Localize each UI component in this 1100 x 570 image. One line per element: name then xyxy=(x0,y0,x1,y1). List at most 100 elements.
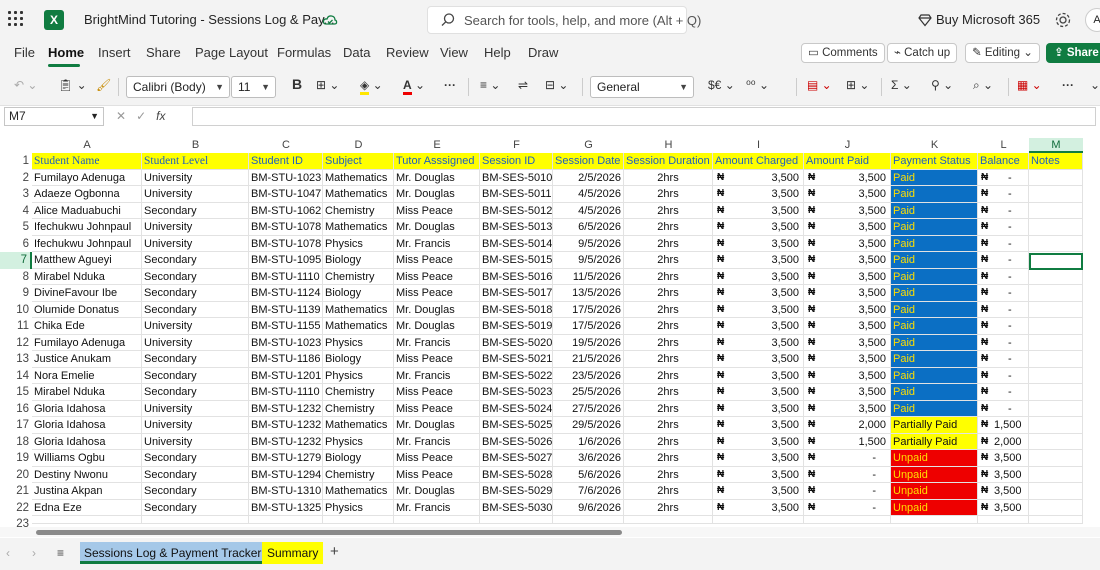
notes-cell[interactable] xyxy=(1029,334,1083,351)
data-cell[interactable]: 2hrs xyxy=(624,268,713,285)
fx-icon[interactable]: fx xyxy=(156,109,165,123)
data-cell[interactable]: 17/5/2026 xyxy=(553,301,624,318)
data-cell[interactable]: BM-STU-1139 xyxy=(249,301,323,318)
tab-page-layout[interactable]: Page Layout xyxy=(195,45,268,60)
currency-cell[interactable]: ₦ - xyxy=(804,499,891,516)
balance-cell[interactable]: ₦ - xyxy=(978,169,1029,186)
notes-cell[interactable] xyxy=(1029,235,1083,252)
column-header[interactable]: L xyxy=(978,138,1029,153)
data-cell[interactable]: 2hrs xyxy=(624,466,713,483)
format-as-table-icon[interactable]: ⊞ ⌄ xyxy=(846,78,869,96)
column-title-cell[interactable]: Amount Charged xyxy=(713,153,804,170)
currency-cell[interactable]: ₦ 1,500 xyxy=(804,433,891,450)
currency-cell[interactable]: ₦ 3,500 xyxy=(713,466,804,483)
payment-status-cell[interactable]: Paid xyxy=(891,318,978,335)
data-cell[interactable]: BM-SES-5014 xyxy=(480,235,553,252)
currency-cell[interactable]: ₦ 3,500 xyxy=(804,202,891,219)
row-header[interactable]: 12 xyxy=(0,335,32,352)
data-cell[interactable]: Chemistry xyxy=(323,400,394,417)
notes-cell[interactable] xyxy=(1029,285,1083,302)
currency-cell[interactable]: ₦ 3,500 xyxy=(804,334,891,351)
data-cell[interactable]: BM-SES-5025 xyxy=(480,417,553,434)
data-cell[interactable]: Gloria Idahosa xyxy=(32,417,142,434)
data-cell[interactable]: Alice Maduabuchi xyxy=(32,202,142,219)
data-cell[interactable]: BM-STU-1047 xyxy=(249,186,323,203)
data-cell[interactable]: 5/6/2026 xyxy=(553,466,624,483)
column-title-cell[interactable]: Student Name xyxy=(32,153,142,170)
notes-cell[interactable] xyxy=(1029,417,1083,434)
currency-cell[interactable]: ₦ 3,500 xyxy=(713,318,804,335)
data-cell[interactable]: 2hrs xyxy=(624,450,713,467)
font-name-dropdown[interactable]: Calibri (Body) ▼ xyxy=(126,76,230,98)
currency-cell[interactable]: ₦ 3,500 xyxy=(713,235,804,252)
data-cell[interactable]: BM-SES-5028 xyxy=(480,466,553,483)
data-cell[interactable]: BM-STU-1279 xyxy=(249,450,323,467)
data-cell[interactable]: BM-STU-1155 xyxy=(249,318,323,335)
editing-mode-button[interactable]: ✎ Editing ⌄ xyxy=(965,43,1040,63)
currency-cell[interactable]: ₦ 3,500 xyxy=(804,400,891,417)
data-cell[interactable]: University xyxy=(142,334,249,351)
column-header[interactable]: K xyxy=(891,138,978,153)
data-cell[interactable]: 2hrs xyxy=(624,417,713,434)
data-cell[interactable]: 3/6/2026 xyxy=(553,450,624,467)
data-cell[interactable]: Secondary xyxy=(142,384,249,401)
currency-cell[interactable]: ₦ - xyxy=(804,483,891,500)
data-cell[interactable]: BM-SES-5027 xyxy=(480,450,553,467)
row-header[interactable]: 22 xyxy=(0,500,32,517)
data-cell[interactable]: University xyxy=(142,400,249,417)
tab-help[interactable]: Help xyxy=(484,45,511,60)
payment-status-cell[interactable]: Partially Paid xyxy=(891,417,978,434)
data-cell[interactable]: Mathematics xyxy=(323,219,394,236)
payment-status-cell[interactable]: Unpaid xyxy=(891,499,978,516)
data-cell[interactable]: BM-STU-1078 xyxy=(249,219,323,236)
currency-cell[interactable]: ₦ 3,500 xyxy=(804,318,891,335)
chevron-right-icon[interactable]: › xyxy=(32,546,36,560)
currency-cell[interactable]: ₦ 3,500 xyxy=(713,186,804,203)
balance-cell[interactable]: ₦ - xyxy=(978,268,1029,285)
tab-file[interactable]: File xyxy=(14,45,35,60)
column-header[interactable]: H xyxy=(624,138,713,153)
data-cell[interactable]: 2hrs xyxy=(624,351,713,368)
data-cell[interactable]: BM-SES-5011 xyxy=(480,186,553,203)
data-cell[interactable]: 17/5/2026 xyxy=(553,318,624,335)
data-cell[interactable]: Mr. Douglas xyxy=(394,483,480,500)
data-cell[interactable]: BM-STU-1078 xyxy=(249,235,323,252)
data-cell[interactable]: 29/5/2026 xyxy=(553,417,624,434)
balance-cell[interactable]: ₦ - xyxy=(978,202,1029,219)
autosum-icon[interactable]: Σ ⌄ xyxy=(891,78,912,96)
data-cell[interactable]: Miss Peace xyxy=(394,384,480,401)
data-cell[interactable]: BM-STU-1232 xyxy=(249,433,323,450)
data-cell[interactable]: BM-STU-1110 xyxy=(249,384,323,401)
merge-icon[interactable]: ⊟ ⌄ xyxy=(545,78,568,96)
data-cell[interactable]: 2hrs xyxy=(624,219,713,236)
payment-status-cell[interactable]: Unpaid xyxy=(891,466,978,483)
currency-cell[interactable]: ₦ 3,500 xyxy=(713,450,804,467)
data-cell[interactable]: Biology xyxy=(323,351,394,368)
data-cell[interactable]: Biology xyxy=(323,285,394,302)
search-box[interactable]: Search for tools, help, and more (Alt + … xyxy=(427,6,701,34)
font-color-icon[interactable]: A ⌄ xyxy=(403,78,425,96)
data-cell[interactable]: University xyxy=(142,169,249,186)
data-cell[interactable]: 6/5/2026 xyxy=(553,219,624,236)
row-header[interactable]: 15 xyxy=(0,384,32,401)
balance-cell[interactable]: ₦ - xyxy=(978,367,1029,384)
currency-cell[interactable]: ₦ 3,500 xyxy=(804,384,891,401)
data-cell[interactable]: 2hrs xyxy=(624,301,713,318)
data-cell[interactable]: 25/5/2026 xyxy=(553,384,624,401)
row-header[interactable]: 21 xyxy=(0,483,32,500)
data-cell[interactable]: 4/5/2026 xyxy=(553,186,624,203)
column-header[interactable]: F xyxy=(480,138,553,153)
currency-cell[interactable]: ₦ 3,500 xyxy=(713,334,804,351)
column-title-cell[interactable]: Tutor Asssigned xyxy=(394,153,480,170)
data-cell[interactable]: 2hrs xyxy=(624,186,713,203)
currency-cell[interactable]: ₦ 3,500 xyxy=(713,169,804,186)
data-cell[interactable]: 2hrs xyxy=(624,235,713,252)
data-cell[interactable]: 13/5/2026 xyxy=(553,285,624,302)
column-title-cell[interactable]: Session Duration xyxy=(624,153,713,170)
find-icon[interactable]: ⌕ ⌄ xyxy=(973,78,993,96)
data-cell[interactable]: BM-SES-5013 xyxy=(480,219,553,236)
tab-share[interactable]: Share xyxy=(146,45,181,60)
data-cell[interactable]: Miss Peace xyxy=(394,202,480,219)
data-cell[interactable]: BM-STU-1310 xyxy=(249,483,323,500)
data-cell[interactable]: Adaeze Ogbonna xyxy=(32,186,142,203)
